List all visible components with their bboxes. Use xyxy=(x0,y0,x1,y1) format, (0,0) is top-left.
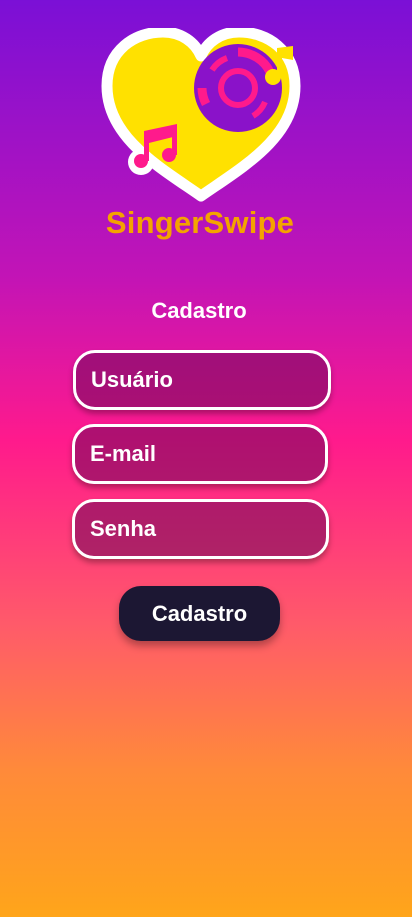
password-input[interactable] xyxy=(88,515,326,543)
email-input[interactable] xyxy=(88,440,325,468)
form-title: Cadastro xyxy=(151,298,247,323)
register-button[interactable]: Cadastro xyxy=(119,586,280,641)
email-field[interactable] xyxy=(72,424,328,484)
app-name: SingerSwipe xyxy=(105,205,295,240)
vinyl-record-icon xyxy=(194,44,282,132)
username-field[interactable] xyxy=(73,350,331,410)
password-field[interactable] xyxy=(72,499,329,559)
username-input[interactable] xyxy=(89,366,328,394)
app-logo xyxy=(101,28,301,202)
